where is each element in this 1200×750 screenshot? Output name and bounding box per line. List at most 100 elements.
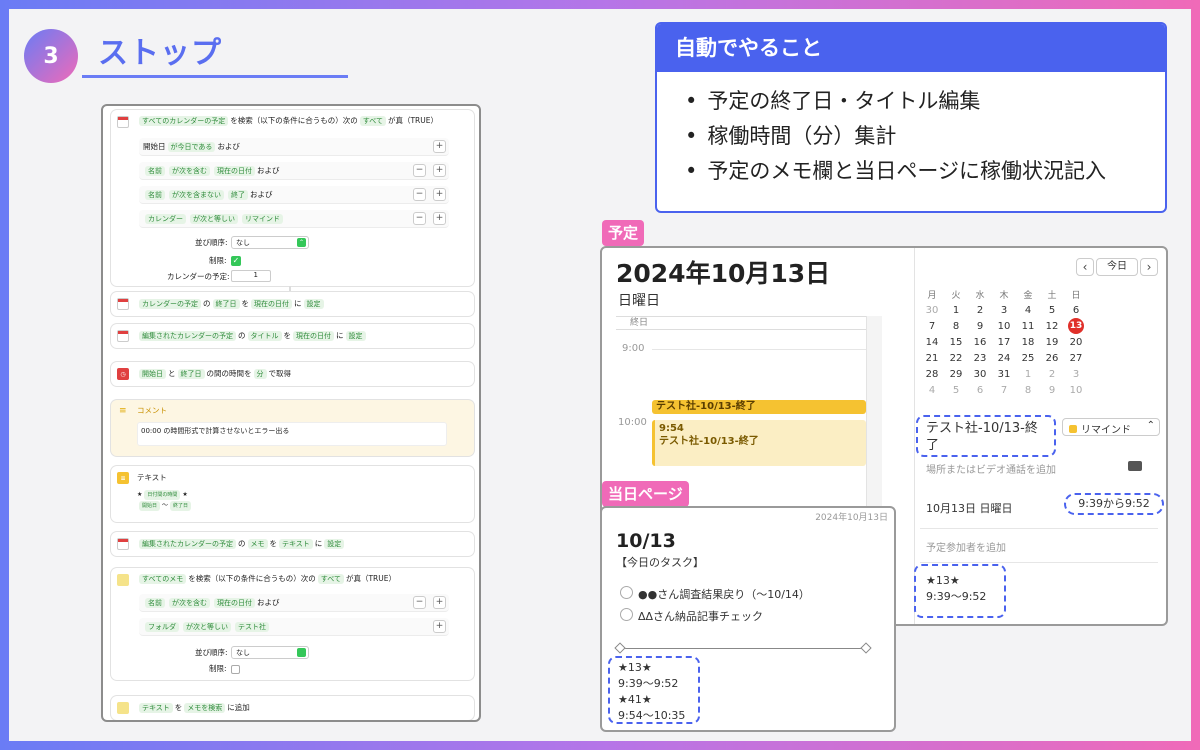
day-cell[interactable]: 7 xyxy=(920,318,944,334)
cond-operator[interactable]: が次を含む xyxy=(169,166,210,176)
day-cell[interactable]: 6 xyxy=(1064,302,1088,318)
day-cell[interactable]: 14 xyxy=(920,334,944,350)
day-cell[interactable]: 20 xyxy=(1064,334,1088,350)
cond-field[interactable]: 名前 xyxy=(145,190,165,200)
add-condition-button[interactable]: + xyxy=(433,596,446,609)
token[interactable]: 日付間の時間 xyxy=(144,490,181,500)
event-allday-bar[interactable]: テスト社-10/13-終了 xyxy=(652,400,866,414)
cond-value[interactable]: テスト社 xyxy=(235,622,269,632)
cond-field[interactable]: 開始日 xyxy=(143,142,166,151)
event-detail-date[interactable]: 10月13日 日曜日 xyxy=(926,500,1013,516)
day-cell[interactable]: 23 xyxy=(968,350,992,366)
token[interactable]: テキスト xyxy=(279,539,313,549)
token-all-calendar-events[interactable]: すべてのカレンダーの予定 xyxy=(139,116,229,126)
cond-operator[interactable]: が次と等しい xyxy=(183,622,231,632)
event-detail-title[interactable]: テスト社-10/13-終了 xyxy=(916,415,1056,457)
video-camera-icon[interactable] xyxy=(1128,461,1142,471)
day-cell[interactable]: 22 xyxy=(944,350,968,366)
task-checkbox[interactable] xyxy=(620,608,633,621)
day-cell[interactable]: 30 xyxy=(968,366,992,382)
day-cell[interactable]: 1 xyxy=(1016,366,1040,382)
token[interactable]: 編集されたカレンダーの予定 xyxy=(139,539,236,549)
comment-text[interactable]: 00:00 の時間形式で計算させないとエラー出る xyxy=(137,422,447,446)
cond-field[interactable]: カレンダー xyxy=(145,214,186,224)
append-note-action[interactable]: テキストをメモを検索 に追加 xyxy=(111,696,474,720)
day-cell[interactable]: 24 xyxy=(992,350,1016,366)
day-cell[interactable]: 9 xyxy=(1040,382,1064,398)
day-cell[interactable]: 7 xyxy=(992,382,1016,398)
sort-select[interactable]: なし ⌃ xyxy=(231,236,309,249)
text-action[interactable]: ≡ テキスト ★ 日付間の時間 ★ 開始日〜終了日 xyxy=(111,466,474,522)
limit-checkbox[interactable]: ✓ xyxy=(231,256,241,266)
find-notes-action[interactable]: すべてのメモ を検索（以下の条件に合うもの）次の すべて が真（TRUE） 名前 が次を… xyxy=(111,568,474,680)
token[interactable]: 終了日 xyxy=(212,299,240,309)
token[interactable]: 終了日 xyxy=(170,501,192,511)
today-button[interactable]: 今日 xyxy=(1096,258,1138,276)
day-cell[interactable]: 10 xyxy=(992,318,1016,334)
day-cell[interactable]: 1 xyxy=(944,302,968,318)
day-cell[interactable]: 12 xyxy=(1040,318,1064,334)
event-detail-time[interactable]: 9:39から9:52 xyxy=(1064,493,1164,515)
location-field[interactable]: 場所またはビデオ通話を追加 xyxy=(926,461,1056,476)
set-end-date-action[interactable]: カレンダーの予定の終了日を現在の日付に設定 xyxy=(111,292,474,316)
token[interactable]: 分 xyxy=(253,369,267,379)
cond-operator[interactable]: が今日である xyxy=(167,142,216,152)
selected-day-cell[interactable]: 13 xyxy=(1064,318,1088,334)
token[interactable]: すべて xyxy=(317,574,344,584)
day-cell[interactable]: 31 xyxy=(992,366,1016,382)
add-condition-button[interactable]: + xyxy=(433,212,446,225)
comment-action[interactable]: ≡ コメント 00:00 の時間形式で計算させないとエラー出る xyxy=(111,400,474,456)
add-condition-button[interactable]: + xyxy=(433,188,446,201)
token[interactable]: 現在の日付 xyxy=(251,299,292,309)
add-condition-button[interactable]: + xyxy=(433,140,446,153)
cond-field[interactable]: 名前 xyxy=(145,598,165,608)
token[interactable]: 終了日 xyxy=(177,369,205,379)
day-cell[interactable]: 30 xyxy=(920,302,944,318)
day-cell[interactable]: 6 xyxy=(968,382,992,398)
sort-select[interactable]: なし xyxy=(231,646,309,659)
cond-field[interactable]: 名前 xyxy=(145,166,165,176)
day-cell[interactable]: 26 xyxy=(1040,350,1064,366)
token[interactable]: 現在の日付 xyxy=(293,331,334,341)
day-cell[interactable]: 21 xyxy=(920,350,944,366)
text-line2[interactable]: 開始日〜終了日 xyxy=(137,501,193,511)
cond-value[interactable]: 現在の日付 xyxy=(214,598,255,608)
cond-operator[interactable]: が次と等しい xyxy=(190,214,238,224)
add-condition-button[interactable]: + xyxy=(433,164,446,177)
day-cell[interactable]: 25 xyxy=(1016,350,1040,366)
cond-value[interactable]: リマインド xyxy=(242,214,283,224)
cond-value[interactable]: 現在の日付 xyxy=(214,166,255,176)
token[interactable]: すべてのメモ xyxy=(139,574,187,584)
day-cell[interactable]: 17 xyxy=(992,334,1016,350)
text-line1[interactable]: ★ 日付間の時間 ★ xyxy=(137,490,188,500)
token[interactable]: 編集されたカレンダーの予定 xyxy=(139,331,236,341)
day-cell[interactable]: 3 xyxy=(1064,366,1088,382)
token-all[interactable]: すべて xyxy=(359,116,386,126)
remove-condition-button[interactable]: − xyxy=(413,164,426,177)
day-cell[interactable]: 15 xyxy=(944,334,968,350)
day-cell[interactable]: 2 xyxy=(968,302,992,318)
day-cell[interactable]: 29 xyxy=(944,366,968,382)
token[interactable]: メモ xyxy=(247,539,268,549)
day-cell[interactable]: 16 xyxy=(968,334,992,350)
token[interactable]: タイトル xyxy=(247,331,282,341)
add-condition-button[interactable]: + xyxy=(433,620,446,633)
find-events-action[interactable]: すべてのカレンダーの予定 を検索（以下の条件に合うもの）次の すべて が真（TRUE）… xyxy=(111,110,474,286)
cond-operator[interactable]: が次を含む xyxy=(169,598,210,608)
day-cell[interactable]: 8 xyxy=(944,318,968,334)
day-cell[interactable]: 5 xyxy=(944,382,968,398)
time-between-action[interactable]: ◷ 開始日と終了日 の間の時間を分で取得 xyxy=(111,362,474,386)
day-cell[interactable]: 9 xyxy=(968,318,992,334)
day-cell[interactable]: 11 xyxy=(1016,318,1040,334)
token[interactable]: 開始日 xyxy=(139,501,161,511)
day-cell[interactable]: 3 xyxy=(992,302,1016,318)
token[interactable]: 設定 xyxy=(324,539,345,549)
next-month-button[interactable]: › xyxy=(1140,258,1158,276)
token[interactable]: テキスト xyxy=(139,703,173,713)
token[interactable]: 開始日 xyxy=(139,369,166,379)
token[interactable]: カレンダーの予定 xyxy=(139,299,201,309)
day-cell[interactable]: 5 xyxy=(1040,302,1064,318)
remove-condition-button[interactable]: − xyxy=(413,212,426,225)
remove-condition-button[interactable]: − xyxy=(413,188,426,201)
remove-condition-button[interactable]: − xyxy=(413,596,426,609)
